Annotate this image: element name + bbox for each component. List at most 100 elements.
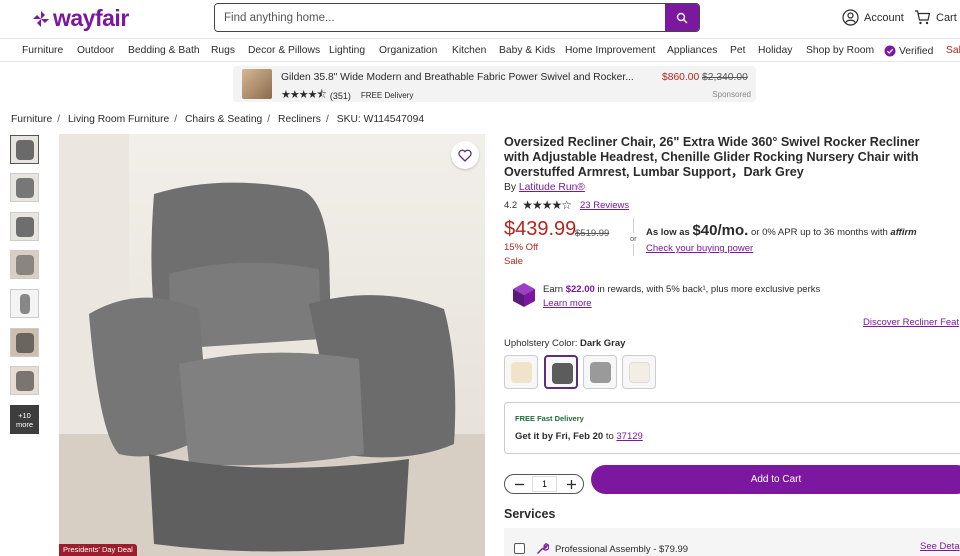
nav-item-lighting[interactable]: Lighting [329,45,365,56]
gallery-thumbnail[interactable] [10,135,39,164]
nav-item-rugs[interactable]: Rugs [211,45,235,56]
product-main-image[interactable] [59,134,485,556]
rating-stars: ★★★★☆ [522,198,572,212]
zip-code-link[interactable]: 37129 [616,431,642,442]
delivery-date: Fri, Feb 20 [555,431,604,442]
add-to-cart-button[interactable]: Add to Cart [591,465,960,494]
sale-label: Sale [504,256,524,267]
rewards-suffix: in rewards, with 5% back¹, plus more exc… [597,284,821,295]
wrench-icon [537,543,549,554]
heart-icon [458,149,472,162]
breadcrumb-sku: SKU: W114547094 [336,114,425,125]
plus-icon [566,479,576,489]
quantity-decrease-button[interactable] [511,477,527,491]
nav-item-organization[interactable]: Organization [379,45,437,56]
quantity-input[interactable] [532,476,557,492]
sponsored-label: Sponsored [712,90,751,99]
nav-item-furniture[interactable]: Furniture [22,45,63,56]
assembly-checkbox[interactable] [514,543,525,554]
sponsored-delivery: FREE Delivery [360,91,414,100]
account-icon [842,9,859,26]
upholstery-color-label: Upholstery Color: Dark Gray [504,338,625,349]
logo-text: wayfair [53,5,129,31]
services-heading: Services [504,507,556,521]
sponsored-banner[interactable]: Gilden 35.8" Wide Modern and Breathable … [233,66,756,102]
color-swatch-cream[interactable] [622,355,656,389]
sponsored-price: $860.00 [662,72,700,83]
affirm-financing: As low as $40/mo. or 0% APR up to 36 mon… [646,222,917,239]
service-option-assembly: Professional Assembly - $79.99 [504,528,960,556]
nav-verified-label: Verified [899,45,934,57]
see-details-link[interactable]: See Deta [920,541,960,552]
gallery-thumbnail[interactable] [10,328,39,357]
sponsored-rating: ★★★★⯪ (351) FREE Delivery [281,86,413,105]
sale-price: $439.99 [504,218,577,240]
gallery-more-thumbnails[interactable]: +10 more [10,405,39,434]
search-button[interactable] [665,4,699,31]
nav-item-holiday[interactable]: Holiday [758,45,792,56]
brand-link[interactable]: Latitude Run® [519,182,585,193]
brand-prefix: By [504,182,517,193]
gallery-thumbnail[interactable] [10,212,39,241]
delivery-estimate: Get it by Fri, Feb 20 to 37129 [515,431,643,442]
delivery-prefix: Get it by [515,431,554,442]
quantity-increase-button[interactable] [563,477,579,491]
verified-badge-icon [884,45,896,57]
cart-label: Cart [936,11,957,24]
free-fast-delivery-tag: FREE Fast Delivery [515,414,584,423]
nav-item-appliances[interactable]: Appliances [667,45,717,56]
nav-item-outdoor[interactable]: Outdoor [77,45,114,56]
nav-item-kitchen[interactable]: Kitchen [452,45,486,56]
color-swatch-beige[interactable] [504,355,538,389]
rewards-cube-icon [513,283,535,307]
nav-item-pet[interactable]: Pet [730,45,745,56]
gallery-thumbnail[interactable] [10,289,39,318]
color-swatch-dark-gray[interactable] [544,355,578,389]
rewards-learn-more-link[interactable]: Learn more [543,298,592,309]
affirm-terms: or 0% APR up to 36 months with [750,227,888,238]
discover-recliner-features-link[interactable]: Discover Recliner Feat [863,317,959,328]
sponsored-stars: ★★★★⯪ [281,89,327,101]
deal-badge: Presidents' Day Deal [59,544,137,556]
account-link[interactable]: Account [842,9,904,26]
breadcrumb-furniture[interactable]: Furniture [11,114,52,125]
affirm-prefix: As low as [646,227,690,238]
reviews-link[interactable]: 23 Reviews [580,200,629,211]
category-nav: Furniture Outdoor Bedding & Bath Rugs De… [0,38,960,62]
breadcrumb-living-room-furniture[interactable]: Living Room Furniture [68,114,169,125]
gallery-thumbnail[interactable] [10,173,39,202]
product-title: Oversized Recliner Chair, 26" Extra Wide… [504,135,920,179]
color-swatch-light-gray[interactable] [583,355,617,389]
favorite-button[interactable] [451,141,479,169]
cart-link[interactable]: Cart [914,9,957,26]
selected-color-name: Dark Gray [580,338,626,349]
sponsored-rating-count: (351) [329,90,351,101]
quantity-stepper [504,474,584,494]
search-icon [676,12,688,23]
discount-percent: 15% Off [504,242,539,253]
gallery-thumbnail[interactable] [10,366,39,395]
gallery-thumbnail[interactable] [10,250,39,279]
nav-item-sale[interactable]: Sal [946,45,960,56]
rewards-prefix: Earn [543,284,564,295]
product-rating: 4.2 ★★★★☆ 23 Reviews [504,198,629,212]
affirm-logo: affirm [890,227,917,238]
nav-item-baby-kids[interactable]: Baby & Kids [499,45,555,56]
breadcrumb: Furniture / Living Room Furniture / Chairs… [11,114,425,125]
search-bar [214,3,700,32]
header: wayfair Account Cart [0,0,960,37]
cart-icon [915,10,931,25]
nav-item-shop-by-room[interactable]: Shop by Room [806,45,874,56]
breadcrumb-recliners[interactable]: Recliners [278,114,321,125]
nav-item-home-improvement[interactable]: Home Improvement [565,45,655,56]
nav-item-decor-pillows[interactable]: Decor & Pillows [248,45,320,56]
nav-item-verified[interactable]: Verified [884,45,933,57]
check-buying-power-link[interactable]: Check your buying power [646,243,753,254]
nav-item-bedding-bath[interactable]: Bedding & Bath [128,45,200,56]
or-text: or [630,233,637,244]
wayfair-logo[interactable]: wayfair [32,5,129,32]
minus-icon [514,483,524,485]
breadcrumb-chairs-seating[interactable]: Chairs & Seating [185,114,262,125]
search-input[interactable] [215,4,665,31]
was-price: $519.99 [575,228,610,239]
